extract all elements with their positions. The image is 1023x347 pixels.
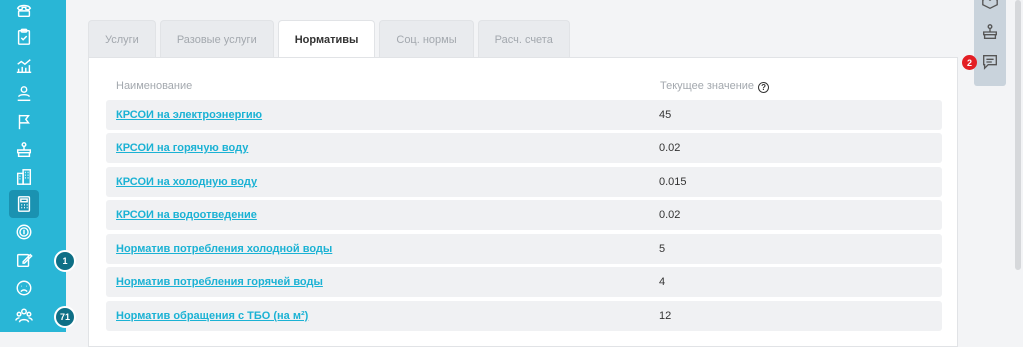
tab-social-norms[interactable]: Соц. нормы bbox=[379, 20, 474, 58]
tab-norms[interactable]: Нормативы bbox=[277, 20, 376, 59]
table-row: Норматив потребления холодной воды 5 bbox=[106, 234, 942, 264]
table-row: КРСОИ на горячую воду 0.02 bbox=[106, 133, 942, 163]
table-row: Норматив потребления горячей воды 4 bbox=[106, 267, 942, 297]
chat-icon[interactable] bbox=[980, 52, 1000, 72]
sad-face-icon[interactable] bbox=[9, 274, 39, 302]
norm-name-link[interactable]: КРСОИ на электроэнергию bbox=[116, 109, 262, 121]
norm-value: 5 bbox=[659, 243, 666, 255]
calculator-icon[interactable] bbox=[9, 190, 39, 218]
weight-scale-icon[interactable] bbox=[980, 22, 1000, 42]
norm-name-link[interactable]: КРСОИ на горячую воду bbox=[116, 142, 248, 154]
norm-value: 12 bbox=[659, 310, 672, 322]
right-toolbar bbox=[974, 0, 1006, 86]
norm-name-link[interactable]: КРСОИ на водоотведение bbox=[116, 209, 257, 221]
table-row: Норматив обращения с ТБО (на м²) 12 bbox=[106, 301, 942, 331]
edit-icon[interactable] bbox=[9, 246, 39, 274]
tab-services[interactable]: Услуги bbox=[88, 20, 156, 58]
main-content: Услуги Разовые услуги Нормативы Соц. нор… bbox=[88, 0, 958, 347]
column-header-value: Текущее значение? bbox=[660, 80, 770, 93]
norm-value: 45 bbox=[659, 109, 672, 121]
table-row: КРСОИ на холодную воду 0.015 bbox=[106, 167, 942, 197]
norm-value: 0.015 bbox=[659, 176, 687, 188]
norm-value: 0.02 bbox=[659, 209, 681, 221]
people-icon[interactable] bbox=[9, 80, 39, 108]
buildings-icon[interactable] bbox=[9, 163, 39, 191]
norms-table: Наименование Текущее значение? КРСОИ на … bbox=[88, 57, 958, 347]
column-header-value-label: Текущее значение bbox=[660, 80, 755, 92]
tab-one-time-services[interactable]: Разовые услуги bbox=[159, 20, 274, 58]
help-icon[interactable]: ? bbox=[758, 82, 770, 93]
notification-badge: 71 bbox=[54, 306, 76, 328]
table-row: КРСОИ на электроэнергию 45 bbox=[106, 100, 942, 130]
table-row: КРСОИ на водоотведение 0.02 bbox=[106, 200, 942, 230]
clipboard-icon[interactable] bbox=[9, 23, 39, 51]
sidebar: 1 71 bbox=[0, 0, 76, 332]
handshake-icon[interactable] bbox=[980, 0, 1000, 12]
norm-name-link[interactable]: КРСОИ на холодную воду bbox=[116, 176, 257, 188]
group-icon[interactable] bbox=[9, 302, 39, 330]
chat-badge: 2 bbox=[962, 55, 977, 70]
norm-value: 0.02 bbox=[659, 142, 681, 154]
weight-scale-icon[interactable] bbox=[9, 136, 39, 164]
column-header-name: Наименование bbox=[116, 80, 193, 92]
notification-badge: 1 bbox=[54, 250, 76, 272]
tab-bank-accounts[interactable]: Расч. счета bbox=[477, 20, 570, 58]
norm-name-link[interactable]: Норматив потребления горячей воды bbox=[116, 276, 323, 288]
norm-value: 4 bbox=[659, 276, 666, 288]
coin-icon[interactable] bbox=[9, 218, 39, 246]
chart-icon[interactable] bbox=[9, 52, 39, 80]
norm-name-link[interactable]: Норматив потребления холодной воды bbox=[116, 243, 332, 255]
flag-icon[interactable] bbox=[9, 108, 39, 136]
norm-name-link[interactable]: Норматив обращения с ТБО (на м²) bbox=[116, 310, 308, 322]
tab-bar: Услуги Разовые услуги Нормативы Соц. нор… bbox=[88, 20, 574, 59]
scrollbar-thumb[interactable] bbox=[1015, 0, 1021, 270]
phone-icon[interactable] bbox=[9, 0, 39, 24]
